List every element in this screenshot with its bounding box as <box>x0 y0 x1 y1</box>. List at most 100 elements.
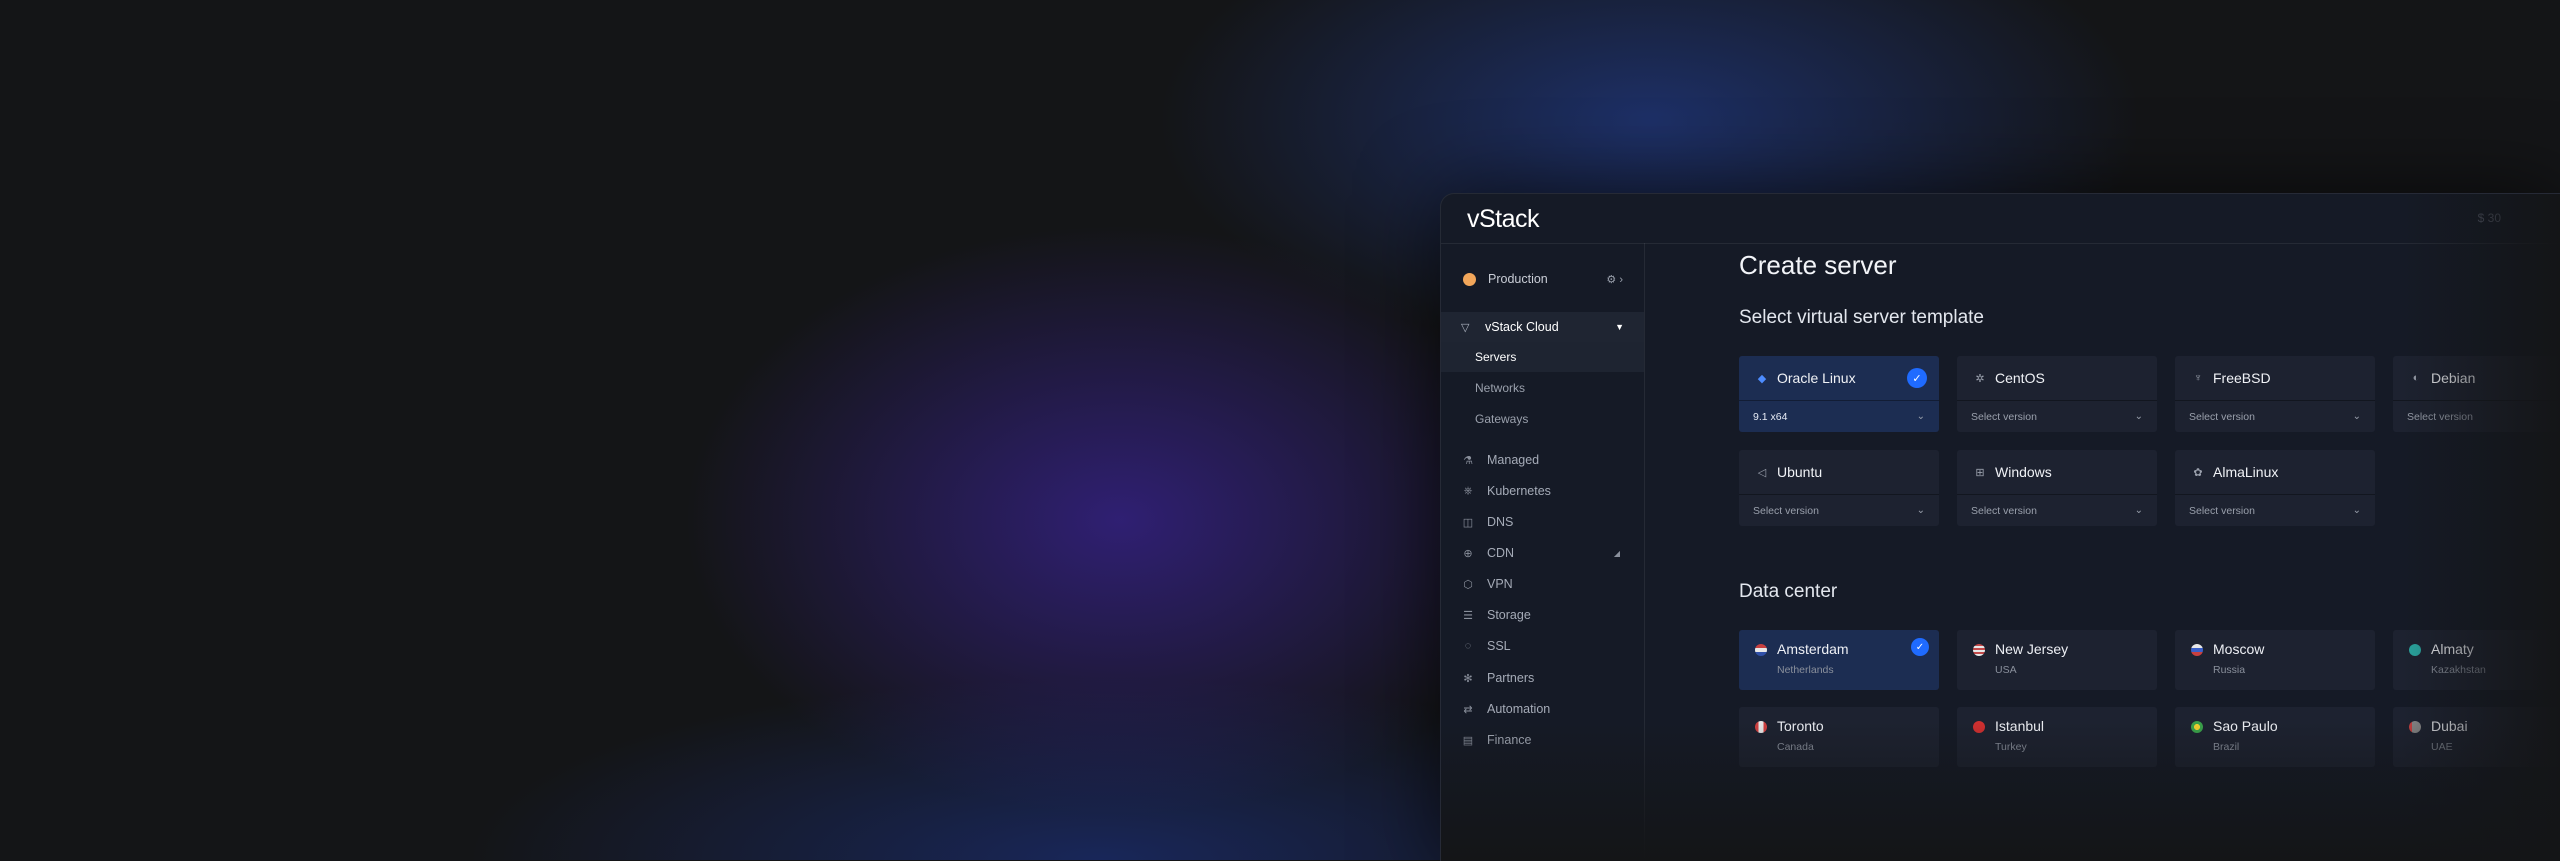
template-card-windows[interactable]: ⊞ Windows Select version ⌄ <box>1957 450 2157 526</box>
template-name: Windows <box>1995 464 2052 480</box>
sidebar-section-label: vStack Cloud <box>1485 320 1559 334</box>
datacenter-card-sao-paulo[interactable]: Sao Paulo Brazil <box>2175 707 2375 767</box>
project-label: Production <box>1488 272 1548 286</box>
version-select[interactable]: Select version ⌄ <box>2175 401 2375 432</box>
template-name: Oracle Linux <box>1777 370 1856 386</box>
template-name: FreeBSD <box>2213 370 2271 386</box>
sidebar-item-label: Managed <box>1487 453 1540 467</box>
version-value: Select version <box>2407 410 2473 423</box>
freebsd-icon: ♆ <box>2193 372 2203 384</box>
datacenter-city: Istanbul <box>1995 718 2045 734</box>
datacenter-city: Sao Paulo <box>2213 718 2278 734</box>
version-value: Select version <box>1971 410 2037 423</box>
document-icon: ▤ <box>1462 734 1474 747</box>
project-switcher[interactable]: Production ⚙ › <box>1463 267 1623 291</box>
shield-icon: ⬡ <box>1463 578 1473 591</box>
sidebar-item-label: Networks <box>1475 381 1526 395</box>
sidebar-item-managed[interactable]: ⚗ Managed <box>1441 446 1644 474</box>
sidebar-item-kubernetes[interactable]: ⎈ Kubernetes <box>1441 477 1644 505</box>
page-title: Create server <box>1739 250 1897 280</box>
sidebar-item-automation[interactable]: ⇄ Automation <box>1441 695 1644 723</box>
asterisk-icon: ✻ <box>1463 672 1473 685</box>
flag-usa-icon <box>1973 644 1985 656</box>
sidebar-item-gateways[interactable]: Gateways <box>1441 404 1644 434</box>
datacenter-card-new-jersey[interactable]: New Jersey USA <box>1957 630 2157 690</box>
caret-down-icon: ▼ <box>1615 322 1624 332</box>
datacenter-card-amsterdam[interactable]: Amsterdam Netherlands ✓ <box>1739 630 1939 690</box>
sidebar-item-dns[interactable]: ◫ DNS <box>1441 508 1644 536</box>
template-card-oracle-linux[interactable]: ◆ Oracle Linux ✓ 9.1 x64 ⌄ <box>1739 356 1939 432</box>
top-bar: vStack $ 30 <box>1441 194 2560 244</box>
datacenter-country: Brazil <box>2213 741 2240 753</box>
check-icon: ✓ <box>1907 368 1927 388</box>
datacenter-city: New Jersey <box>1995 641 2069 657</box>
app-window: vStack $ 30 Production ⚙ › ▽ vStack Clou… <box>1440 193 2560 861</box>
template-card-almalinux[interactable]: ✿ AlmaLinux Select version ⌄ <box>2175 450 2375 526</box>
datacenter-country: Canada <box>1777 741 1814 753</box>
template-card-freebsd[interactable]: ♆ FreeBSD Select version ⌄ <box>2175 356 2375 432</box>
sidebar-item-label: Storage <box>1487 608 1531 622</box>
version-select[interactable]: Select version ⌄ <box>1957 401 2157 432</box>
flag-russia-icon <box>2191 644 2203 656</box>
sidebar-item-networks[interactable]: Networks <box>1441 373 1644 403</box>
template-name: Ubuntu <box>1777 464 1823 480</box>
version-select[interactable]: Select version ⌄ <box>1957 495 2157 526</box>
project-dot <box>1463 272 1476 286</box>
version-select[interactable]: Select version ⌄ <box>1739 495 1939 526</box>
datacenter-card-almaty[interactable]: Almaty Kazakhstan <box>2393 630 2560 690</box>
template-card-debian[interactable]: ◐ Debian Select version ⌄ <box>2393 356 2560 432</box>
globe-icon: ⊕ <box>1463 547 1473 560</box>
external-link-icon: ◢ <box>1613 548 1620 558</box>
chevron-down-icon: ⌄ <box>1916 505 1925 516</box>
sidebar-item-label: Finance <box>1487 733 1532 747</box>
flag-brazil-icon <box>2191 721 2203 733</box>
version-select[interactable]: Select version ⌄ <box>2393 401 2560 432</box>
lock-shield-icon: ◌ <box>1464 640 1472 652</box>
chevron-down-icon: ⌄ <box>1916 411 1925 422</box>
sidebar-item-servers[interactable]: Servers <box>1441 342 1644 372</box>
sidebar-item-vpn[interactable]: ⬡ VPN <box>1441 570 1644 598</box>
database-icon: ☰ <box>1463 609 1473 622</box>
version-select[interactable]: Select version ⌄ <box>2175 495 2375 526</box>
sidebar-item-label: DNS <box>1487 515 1514 529</box>
sidebar-item-label: Servers <box>1475 350 1517 364</box>
sidebar-item-label: Automation <box>1487 702 1551 716</box>
sidebar-item-label: SSL <box>1487 639 1511 653</box>
oracle-linux-icon: ◆ <box>1757 372 1767 385</box>
version-value: 9.1 x64 <box>1753 410 1788 423</box>
template-card-ubuntu[interactable]: ◁ Ubuntu Select version ⌄ <box>1739 450 1939 526</box>
datacenter-city: Toronto <box>1777 718 1824 734</box>
datacenter-card-istanbul[interactable]: Istanbul Turkey <box>1957 707 2157 767</box>
version-select[interactable]: 9.1 x64 ⌄ <box>1739 401 1939 432</box>
chevron-down-icon: ⌄ <box>2352 411 2361 422</box>
sidebar-section-vstack-cloud[interactable]: ▽ vStack Cloud ▼ <box>1441 312 1644 342</box>
sidebar: Production ⚙ › ▽ vStack Cloud ▼ Servers … <box>1441 243 1645 861</box>
template-card-centos[interactable]: ✲ CentOS Select version ⌄ <box>1957 356 2157 432</box>
sidebar-item-cdn[interactable]: ⊕ CDN ◢ <box>1441 539 1644 567</box>
sidebar-item-label: Kubernetes <box>1487 484 1551 498</box>
datacenter-city: Amsterdam <box>1777 641 1849 657</box>
version-value: Select version <box>1971 504 2037 517</box>
template-name: AlmaLinux <box>2213 464 2279 480</box>
sidebar-item-finance[interactable]: ▤ Finance <box>1441 726 1644 754</box>
version-value: Select version <box>2189 410 2255 423</box>
sidebar-item-label: Gateways <box>1475 412 1529 426</box>
debian-icon: ◐ <box>2412 372 2420 384</box>
flag-turkey-icon <box>1973 721 1985 733</box>
datacenter-card-moscow[interactable]: Moscow Russia <box>2175 630 2375 690</box>
chevron-down-icon: ⌄ <box>2134 505 2143 516</box>
arrows-icon: ⇄ <box>1463 703 1473 716</box>
datacenter-card-toronto[interactable]: Toronto Canada <box>1739 707 1939 767</box>
flag-netherlands-icon <box>1755 644 1767 656</box>
chevron-down-icon: ⌄ <box>2352 505 2361 516</box>
sidebar-item-storage[interactable]: ☰ Storage <box>1441 601 1644 629</box>
datacenter-country: Russia <box>2213 664 2246 676</box>
sidebar-item-partners[interactable]: ✻ Partners <box>1441 664 1644 692</box>
logo: vStack <box>1467 205 1540 233</box>
sidebar-item-label: Partners <box>1487 671 1535 685</box>
flag-uae-icon <box>2409 721 2421 733</box>
datacenter-card-dubai[interactable]: Dubai UAE <box>2393 707 2560 767</box>
sidebar-item-ssl[interactable]: ◌ SSL <box>1441 632 1644 660</box>
settings-icon[interactable]: ⚙ › <box>1606 273 1623 286</box>
flag-kazakhstan-icon <box>2409 644 2421 656</box>
